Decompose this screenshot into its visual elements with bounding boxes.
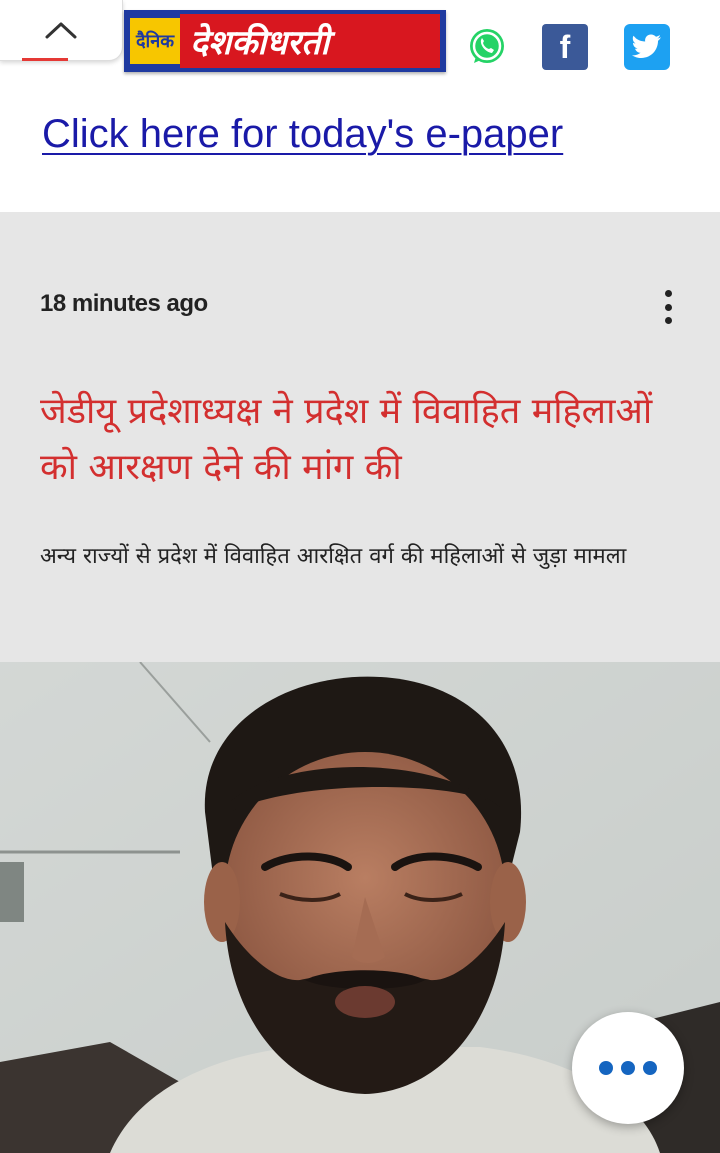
more-options-icon[interactable] [658,290,678,324]
chevron-up-icon [45,22,77,39]
logo-small-text: दैनिक [130,18,181,64]
article-summary: अन्य राज्यों से प्रदेश में विवाहित आरक्ष… [40,544,627,569]
logo-main-text: देशकीधरती [180,14,440,68]
article-timestamp: 18 minutes ago [40,290,208,317]
more-actions-button[interactable] [572,1012,684,1124]
fab-dot [643,1061,657,1075]
facebook-glyph: f [559,28,571,65]
article-headline[interactable]: जेडीयू प्रदेशाध्यक्ष ने प्रदेश में विवाह… [40,384,680,496]
site-logo[interactable]: दैनिक देशकीधरती [124,10,446,72]
accent-line [22,58,68,61]
epaper-link[interactable]: Click here for today's e-paper [42,112,563,157]
fab-dot [599,1061,613,1075]
top-bar: दैनिक देशकीधरती f [0,0,720,80]
whatsapp-icon[interactable] [464,24,510,70]
fab-dot [621,1061,635,1075]
collapse-button[interactable] [0,0,123,61]
article-card[interactable]: 18 minutes ago जेडीयू प्रदेशाध्यक्ष ने प… [0,212,720,662]
facebook-icon[interactable]: f [542,24,588,70]
twitter-icon[interactable] [624,24,670,70]
